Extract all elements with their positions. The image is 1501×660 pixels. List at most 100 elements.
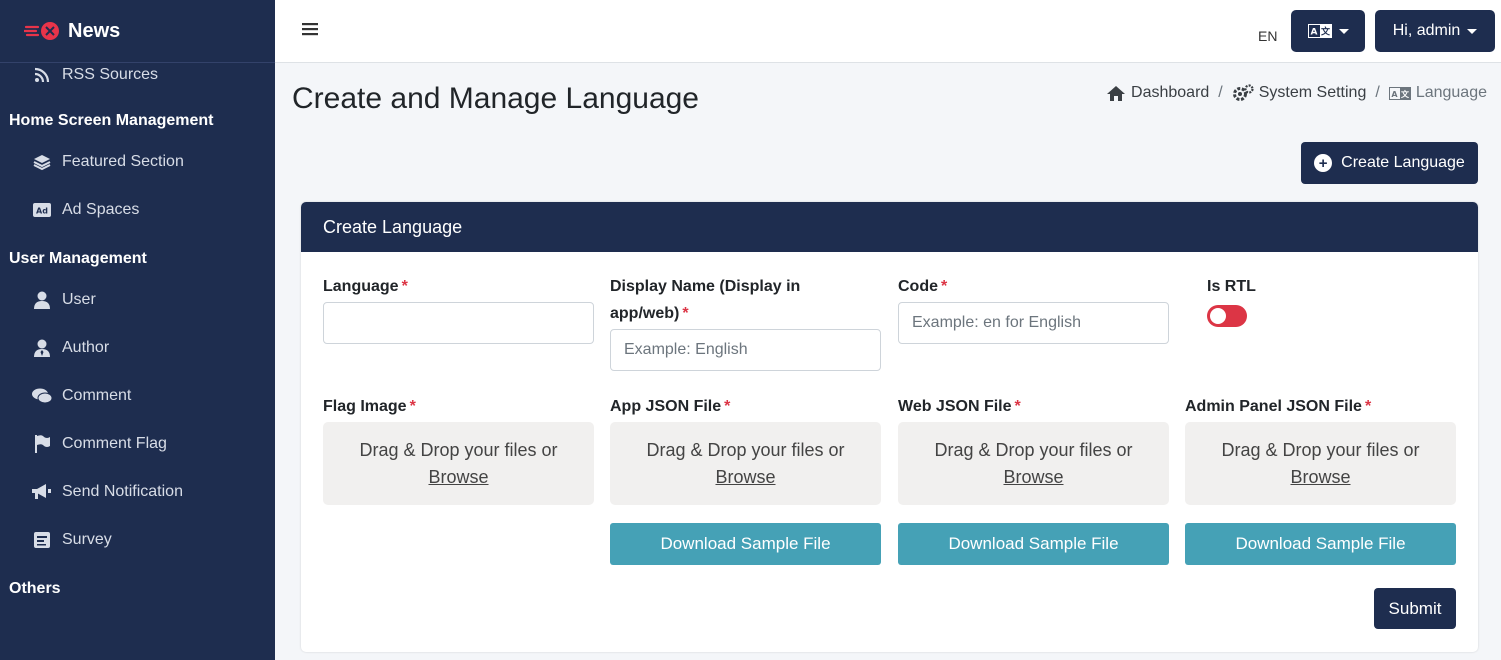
label-text: Code: [898, 278, 938, 295]
flag-image-dropzone[interactable]: Drag & Drop your files or Browse: [323, 422, 594, 505]
author-icon: [32, 338, 52, 358]
sidebar-item-label: RSS Sources: [62, 66, 159, 83]
create-language-label: Create Language: [1341, 154, 1465, 171]
button-label: Download Sample File: [948, 534, 1119, 553]
button-label: Download Sample File: [1235, 534, 1406, 553]
required-mark: *: [941, 278, 948, 295]
sidebar-item-send-notification[interactable]: Send Notification: [0, 468, 275, 516]
code-input[interactable]: Example: en for English: [898, 302, 1169, 344]
top-navbar: EN A 文 Hi, admin: [275, 0, 1501, 63]
sidebar-item-featured-section[interactable]: Featured Section: [0, 138, 275, 186]
breadcrumb-language: Language: [1415, 84, 1487, 101]
breadcrumb-separator: /: [1375, 84, 1380, 101]
brand-name: News: [68, 19, 121, 42]
gears-icon: [1232, 84, 1254, 102]
language-switcher-button[interactable]: A 文: [1291, 10, 1365, 52]
dropzone-text: Drag & Drop your files or: [934, 439, 1133, 460]
plus-circle-icon: +: [1314, 154, 1333, 172]
browse-link[interactable]: Browse: [1003, 464, 1063, 491]
is-rtl-toggle[interactable]: [1207, 305, 1247, 327]
breadcrumb-system-setting[interactable]: System Setting: [1259, 84, 1367, 102]
language-input[interactable]: [323, 302, 594, 344]
logo-icon: [24, 22, 59, 40]
sidebar-item-label: Author: [62, 339, 110, 356]
svg-text:文: 文: [1401, 89, 1410, 99]
poll-icon: [32, 530, 52, 550]
svg-text:A: A: [1391, 90, 1398, 99]
label-text: App JSON File: [610, 398, 722, 415]
user-greeting: Hi, admin: [1392, 22, 1461, 39]
browse-link[interactable]: Browse: [715, 464, 775, 491]
sidebar-header-label: User Management: [9, 250, 147, 267]
create-language-button[interactable]: + Create Language: [1301, 142, 1478, 184]
browse-link[interactable]: Browse: [1290, 464, 1350, 491]
sidebar-item-author[interactable]: Author: [0, 324, 275, 372]
required-mark: *: [1364, 398, 1372, 415]
ad-icon: Ad: [32, 200, 52, 220]
display-name-input[interactable]: Example: English: [610, 329, 881, 371]
sidebar-header-label: Others: [9, 580, 61, 597]
chevron-down-icon: [1338, 28, 1349, 34]
label-text: Flag Image: [323, 398, 407, 415]
download-admin-sample-button[interactable]: Download Sample File: [1185, 523, 1456, 565]
required-mark: *: [1014, 398, 1021, 415]
sidebar-header-user-management: User Management: [0, 242, 275, 276]
breadcrumb-separator: /: [1218, 84, 1223, 101]
required-mark: *: [682, 305, 689, 322]
chevron-down-icon: [1467, 28, 1478, 34]
sidebar-item-label: Send Notification: [62, 483, 183, 500]
svg-text:Ad: Ad: [36, 207, 48, 216]
sidebar-item-survey[interactable]: Survey: [0, 516, 275, 564]
submit-button[interactable]: Submit: [1374, 588, 1456, 629]
app-json-label: App JSON File *: [610, 393, 730, 420]
browse-link[interactable]: Browse: [428, 464, 488, 491]
download-web-sample-button[interactable]: Download Sample File: [898, 523, 1169, 565]
user-menu-button[interactable]: Hi, admin: [1375, 10, 1495, 52]
hamburger-menu-icon[interactable]: [301, 20, 319, 38]
dropzone-text: Drag & Drop your files or: [646, 439, 845, 460]
is-rtl-label: Is RTL: [1207, 273, 1256, 300]
label-text: Language: [323, 278, 399, 295]
brand[interactable]: News: [0, 0, 275, 63]
sidebar-item-comment-flag[interactable]: Comment Flag: [0, 420, 275, 468]
user-icon: [32, 290, 52, 310]
sidebar-header-home-screen: Home Screen Management: [0, 104, 275, 138]
download-app-sample-button[interactable]: Download Sample File: [610, 523, 881, 565]
toggle-knob: [1210, 308, 1226, 324]
flag-image-label: Flag Image *: [323, 393, 416, 420]
sidebar-item-label: Survey: [62, 531, 112, 548]
card-header: Create Language: [301, 202, 1478, 252]
dropzone-text: Drag & Drop your files or: [359, 439, 558, 460]
rss-icon: [32, 65, 52, 85]
breadcrumb-dashboard[interactable]: Dashboard: [1131, 84, 1209, 102]
sidebar-item-label: Comment: [62, 387, 132, 404]
app-json-dropzone[interactable]: Drag & Drop your files or Browse: [610, 422, 881, 505]
layers-icon: [32, 152, 52, 172]
button-label: Submit: [1388, 598, 1442, 618]
sidebar-item-label: Featured Section: [62, 153, 184, 170]
card-title: Create Language: [323, 216, 463, 237]
input-placeholder: Example: English: [624, 341, 748, 358]
label-text: Web JSON File: [898, 398, 1012, 415]
sidebar-item-label: User: [62, 291, 96, 308]
sidebar: News RSS Sources Home Screen Management …: [0, 0, 275, 660]
admin-json-dropzone[interactable]: Drag & Drop your files or Browse: [1185, 422, 1456, 505]
label-text: Is RTL: [1207, 278, 1256, 295]
label-text: app/web): [610, 305, 680, 322]
required-mark: *: [401, 278, 408, 295]
page-title: Create and Manage Language: [292, 82, 699, 115]
megaphone-icon: [32, 482, 52, 502]
current-language-code: EN: [1258, 28, 1278, 44]
web-json-dropzone[interactable]: Drag & Drop your files or Browse: [898, 422, 1169, 505]
sidebar-item-user[interactable]: User: [0, 276, 275, 324]
sidebar-item-ad-spaces[interactable]: Ad Ad Spaces: [0, 186, 275, 234]
display-name-label: Display Name (Display in app/web) *: [610, 273, 881, 327]
sidebar-item-comment[interactable]: Comment: [0, 372, 275, 420]
dropzone-text: Drag & Drop your files or: [1221, 439, 1420, 460]
sidebar-header-others: Others: [0, 572, 275, 606]
sidebar-item-label: Comment Flag: [62, 435, 167, 452]
sidebar-header-label: Home Screen Management: [9, 112, 214, 129]
sidebar-item-rss-sources[interactable]: RSS Sources: [0, 63, 275, 87]
language-label: Language *: [323, 273, 408, 300]
code-label: Code *: [898, 273, 947, 300]
